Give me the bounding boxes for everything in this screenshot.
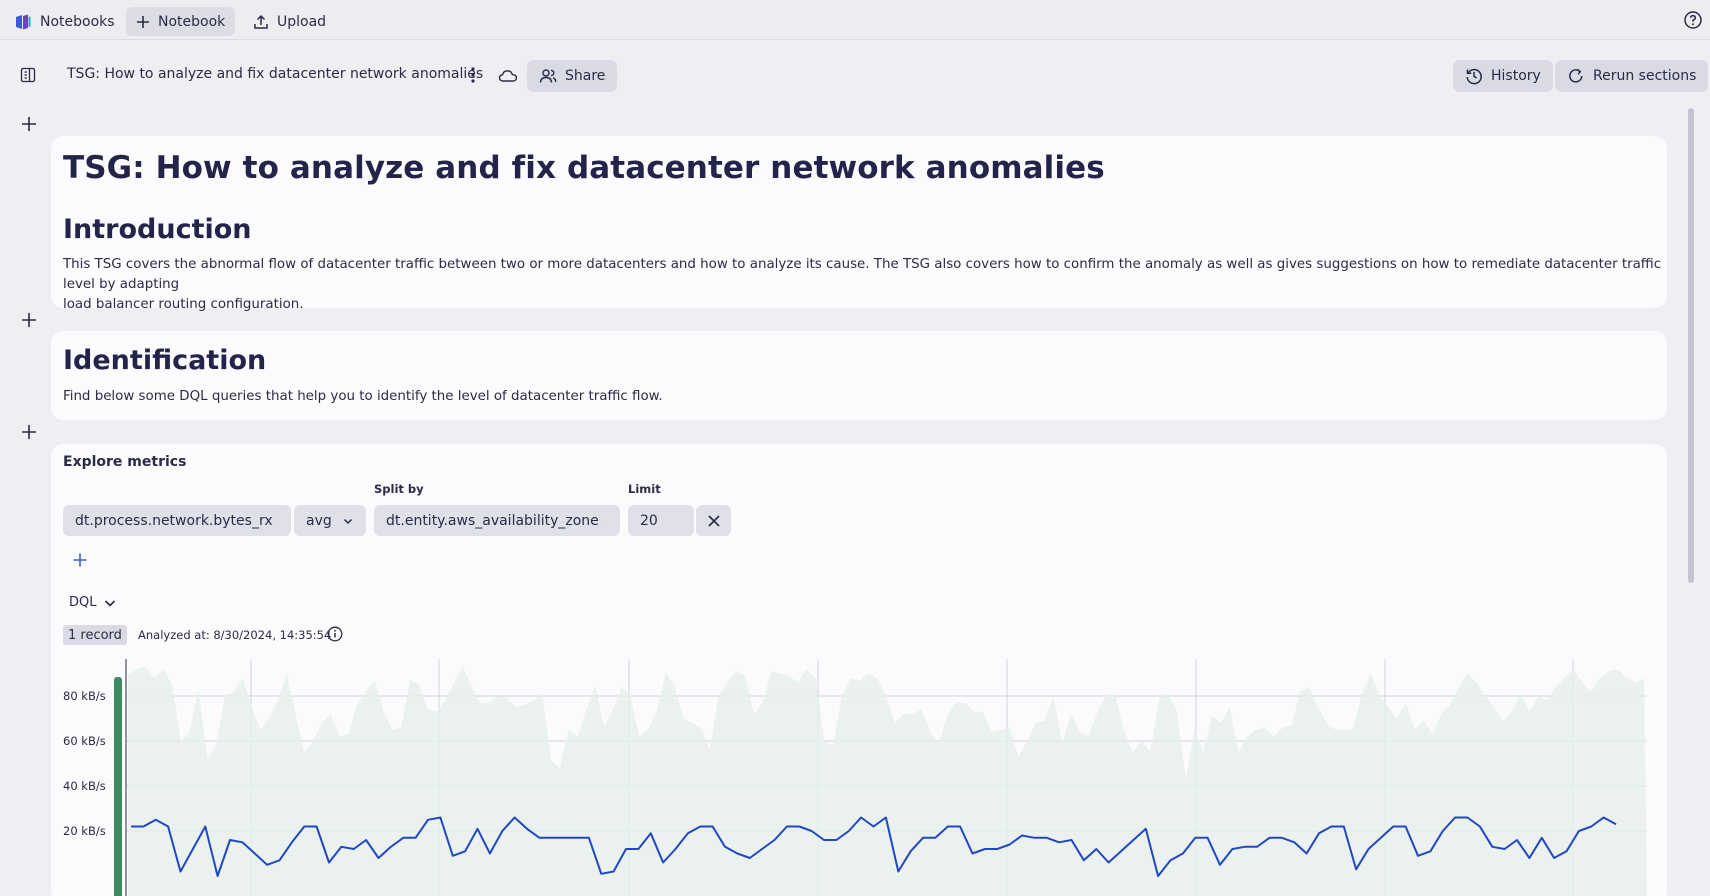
upload-icon [254,14,268,29]
limit-input-value: 20 [640,512,658,529]
limit-input[interactable]: 20 [628,505,694,536]
identification-text: Find below some DQL queries that help yo… [63,389,663,404]
chart-y-axis: 80 kB/s 60 kB/s 40 kB/s 20 kB/s [63,689,106,838]
add-filter-plus-icon[interactable] [72,552,88,568]
add-section-plus-icon[interactable] [20,423,38,441]
metric-select-value: dt.process.network.bytes_rx [75,512,273,529]
notebooks-logo-icon [16,14,31,29]
y-axis-tick-label: 60 kB/s [63,734,106,748]
chevron-down-icon [606,520,608,521]
rerun-sections-button[interactable]: Rerun sections [1555,60,1709,92]
query-mode-label: DQL [69,595,97,610]
history-label: History [1491,68,1541,84]
introduction-text-line: load balancer routing configuration. [63,297,304,312]
range-band-area [128,666,1647,896]
introduction-text: This TSG covers the abnormal flow of dat… [63,255,1663,315]
refresh-icon [1569,68,1583,83]
notebook-heading: TSG: How to analyze and fix datacenter n… [63,150,1105,186]
new-notebook-label: Notebook [158,13,226,30]
plus-icon [137,15,149,28]
y-axis-tick-label: 40 kB/s [63,779,106,793]
chart-range-band [128,666,1647,896]
introduction-text-line: This TSG covers the abnormal flow of dat… [63,257,1662,292]
users-icon [539,69,557,83]
clear-limit-button[interactable] [696,505,731,536]
top-bar: Notebooks Notebook Upload [0,0,1710,40]
vertical-scrollbar[interactable] [1688,108,1694,583]
aggregation-select[interactable]: avg [294,505,366,536]
explore-metrics-label: Explore metrics [63,454,187,470]
info-icon[interactable] [327,626,343,642]
sidebar-toggle-icon[interactable] [20,67,36,83]
cloud-sync-icon [498,70,518,82]
split-by-select[interactable]: dt.entity.aws_availability_zone [374,505,620,536]
chevron-down-icon [104,599,115,607]
series-color-marker [114,677,122,896]
markdown-section-identification[interactable]: Identification Find below some DQL queri… [51,331,1667,420]
markdown-section-introduction[interactable]: TSG: How to analyze and fix datacenter n… [51,136,1667,312]
y-axis-tick-label: 80 kB/s [63,689,106,703]
aggregation-select-value: avg [306,512,332,529]
add-section-plus-icon[interactable] [20,311,38,329]
y-axis-tick-label: 20 kB/s [63,824,106,838]
share-button[interactable]: Share [527,60,618,92]
explore-metrics-section[interactable]: Explore metrics Split by Limit dt.proces… [51,444,1667,896]
split-by-label: Split by [374,482,424,496]
history-icon [1466,68,1482,85]
help-icon[interactable] [1683,10,1703,30]
new-notebook-button[interactable]: Notebook [126,7,236,36]
history-button[interactable]: History [1453,60,1553,92]
limit-label: Limit [628,482,661,496]
add-section-plus-icon[interactable] [20,115,38,133]
introduction-heading: Introduction [63,214,252,245]
metrics-line-chart[interactable]: 80 kB/s 60 kB/s 40 kB/s 20 kB/s [51,659,1667,896]
split-by-select-value: dt.entity.aws_availability_zone [386,512,599,529]
notebook-title[interactable]: TSG: How to analyze and fix datacenter n… [67,66,483,82]
analyzed-at-text: Analyzed at: 8/30/2024, 14:35:54 [138,628,332,642]
notebooks-nav-button[interactable]: Notebooks [4,7,125,36]
query-mode-toggle[interactable]: DQL [69,595,117,610]
records-badge: 1 record [63,625,127,645]
more-vertical-icon[interactable] [465,66,481,84]
identification-heading: Identification [63,345,267,376]
upload-label: Upload [277,13,327,30]
metric-select[interactable]: dt.process.network.bytes_rx [63,505,291,536]
upload-button[interactable]: Upload [243,7,336,36]
notebooks-nav-label: Notebooks [40,13,115,30]
close-icon [707,514,720,527]
chevron-down-icon [343,518,353,524]
rerun-sections-label: Rerun sections [1593,68,1697,84]
share-label: Share [565,68,606,84]
